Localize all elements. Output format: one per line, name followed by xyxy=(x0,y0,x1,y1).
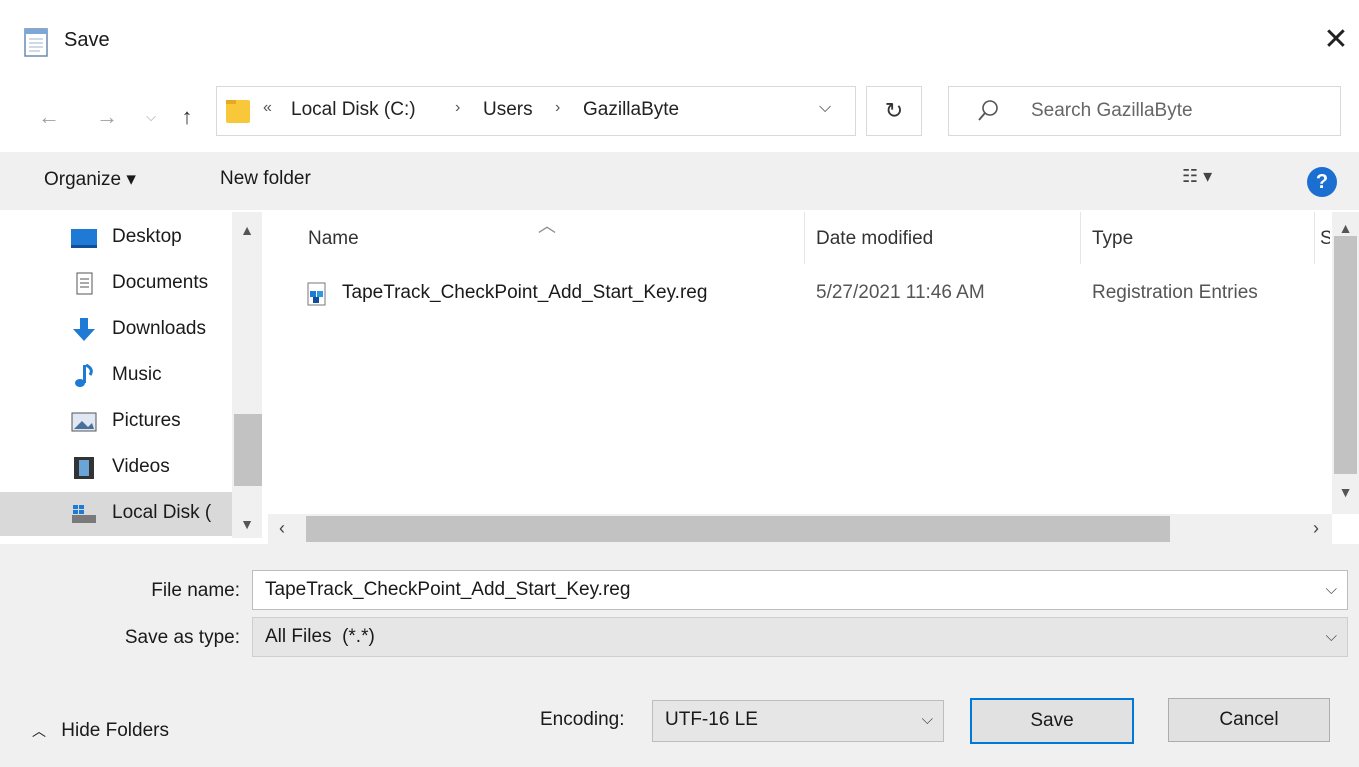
save-type-value: All Files (*.*) xyxy=(265,626,375,647)
organize-button[interactable]: Organize ▾ xyxy=(44,168,136,191)
music-icon xyxy=(75,364,93,387)
column-header-date[interactable]: Date modified xyxy=(816,228,933,250)
column-divider[interactable] xyxy=(804,212,805,264)
breadcrumb-separator: › xyxy=(555,99,561,116)
column-header-name[interactable]: Name xyxy=(308,228,359,250)
breadcrumb-local-disk[interactable]: Local Disk (C:) xyxy=(291,99,416,121)
column-divider[interactable] xyxy=(1080,212,1081,264)
file-name-cell: TapeTrack_CheckPoint_Add_Start_Key.reg xyxy=(342,282,708,303)
notepad-icon xyxy=(24,28,48,57)
chevron-down-icon[interactable]: ▼ xyxy=(232,516,262,532)
navigation-pane: Desktop Documents Downloads Music Pictur… xyxy=(0,212,264,538)
window-title: Save xyxy=(64,29,110,51)
sidebar-item-label: Desktop xyxy=(112,226,182,247)
chevron-up-icon[interactable]: ▲ xyxy=(232,222,262,238)
breadcrumb-gazillabyte[interactable]: GazillaByte xyxy=(583,99,679,121)
chevron-up-icon: ︿ xyxy=(32,723,46,739)
save-type-label: Save as type: xyxy=(124,627,240,648)
search-icon xyxy=(978,100,998,121)
chevron-down-icon: ▾ xyxy=(1203,166,1213,186)
chevron-up-icon[interactable]: ▲ xyxy=(1334,220,1357,236)
pictures-icon xyxy=(71,412,97,432)
hide-folders-button[interactable]: ︿ Hide Folders xyxy=(32,720,169,742)
recent-locations-button[interactable]: ⌵ xyxy=(136,100,166,134)
chevron-down-icon[interactable]: ⌵ xyxy=(1326,628,1337,645)
sidebar-item-pictures[interactable]: Pictures xyxy=(0,400,232,444)
chevron-down-icon[interactable]: ⌵ xyxy=(922,711,933,728)
sidebar-item-label: Pictures xyxy=(112,410,181,431)
videos-icon xyxy=(74,457,94,479)
sidebar-item-documents[interactable]: Documents xyxy=(0,262,232,306)
sidebar-item-videos[interactable]: Videos xyxy=(0,446,232,490)
sidebar-item-label: Local Disk ( xyxy=(112,502,212,523)
sidebar-item-label: Downloads xyxy=(112,318,206,339)
view-details-icon: ☷ xyxy=(1182,166,1199,186)
chevron-left-icon[interactable]: ‹ xyxy=(270,518,294,539)
sidebar-scrollbar[interactable] xyxy=(232,212,262,538)
sidebar-item-local-disk[interactable]: Local Disk ( xyxy=(0,492,232,536)
file-list: ︿ Name Date modified Type S TapeTrack_Ch… xyxy=(268,212,1332,514)
arrow-up-icon: ↑ xyxy=(181,104,193,129)
breadcrumb-overflow[interactable]: « xyxy=(263,99,272,117)
column-divider[interactable] xyxy=(1314,212,1315,264)
chevron-down-icon[interactable]: ▼ xyxy=(1334,484,1357,500)
arrow-right-icon: → xyxy=(96,104,118,129)
help-button[interactable]: ? xyxy=(1307,167,1337,197)
sort-ascending-icon: ︿ xyxy=(538,216,556,236)
file-list-horizontal-thumb[interactable] xyxy=(306,516,1170,542)
sidebar-item-label: Music xyxy=(112,364,162,385)
search-placeholder: Search GazillaByte xyxy=(1031,100,1193,121)
folder-icon xyxy=(226,100,250,123)
sidebar-item-label: Documents xyxy=(112,272,209,293)
command-bar: Organize ▾ New folder ☷ ▾ ? xyxy=(0,152,1359,210)
save-type-select[interactable]: All Files (*.*) ⌵ xyxy=(252,617,1348,657)
file-list-vertical-thumb[interactable] xyxy=(1334,236,1357,474)
chevron-down-icon[interactable]: ⌵ xyxy=(1326,581,1337,598)
column-header-size[interactable]: S xyxy=(1320,228,1330,250)
address-bar[interactable]: « Local Disk (C:) › Users › GazillaByte … xyxy=(216,86,856,136)
forward-button[interactable]: → xyxy=(92,100,122,134)
local-disk-icon xyxy=(72,505,96,523)
encoding-select[interactable]: UTF-16 LE ⌵ xyxy=(652,700,944,742)
downloads-icon xyxy=(73,318,95,341)
search-input[interactable]: Search GazillaByte xyxy=(948,86,1341,136)
cancel-button[interactable]: Cancel xyxy=(1168,698,1330,742)
documents-icon xyxy=(76,272,93,295)
up-button[interactable]: ↑ xyxy=(172,100,202,134)
encoding-value: UTF-16 LE xyxy=(665,709,758,730)
registry-file-icon xyxy=(307,282,326,306)
sidebar-item-music[interactable]: Music xyxy=(0,354,232,398)
close-button[interactable]: ✕ xyxy=(1316,20,1356,64)
view-options-button[interactable]: ☷ ▾ xyxy=(1182,166,1212,187)
table-row[interactable]: TapeTrack_CheckPoint_Add_Start_Key.reg 5… xyxy=(268,266,1332,310)
title-bar xyxy=(0,0,1359,84)
sidebar-scrollbar-thumb[interactable] xyxy=(234,414,262,486)
encoding-label: Encoding: xyxy=(540,709,625,730)
column-header-type[interactable]: Type xyxy=(1092,228,1133,250)
sidebar-item-desktop[interactable]: Desktop xyxy=(0,216,232,260)
hide-folders-label: Hide Folders xyxy=(61,720,169,741)
file-date-cell: 5/27/2021 11:46 AM xyxy=(816,282,985,303)
file-name-label: File name: xyxy=(151,580,240,601)
breadcrumb-users[interactable]: Users xyxy=(483,99,533,121)
arrow-left-icon: ← xyxy=(38,104,60,129)
sidebar-item-downloads[interactable]: Downloads xyxy=(0,308,232,352)
back-button[interactable]: ← xyxy=(34,100,64,134)
chevron-right-icon[interactable]: › xyxy=(1304,518,1328,539)
desktop-icon xyxy=(71,229,97,248)
save-button[interactable]: Save xyxy=(970,698,1134,744)
refresh-icon: ↻ xyxy=(884,98,904,123)
chevron-down-icon: ⌵ xyxy=(146,109,156,124)
file-name-value: TapeTrack_CheckPoint_Add_Start_Key.reg xyxy=(265,579,631,600)
file-name-field[interactable]: TapeTrack_CheckPoint_Add_Start_Key.reg ⌵ xyxy=(252,570,1348,610)
file-type-cell: Registration Entries xyxy=(1092,282,1258,303)
chevron-down-icon[interactable]: ⌵ xyxy=(819,99,831,117)
refresh-button[interactable]: ↻ xyxy=(866,86,922,136)
breadcrumb-separator: › xyxy=(455,99,461,116)
sidebar-item-label: Videos xyxy=(112,456,170,477)
close-icon: ✕ xyxy=(1323,23,1349,56)
new-folder-button[interactable]: New folder xyxy=(220,168,311,190)
